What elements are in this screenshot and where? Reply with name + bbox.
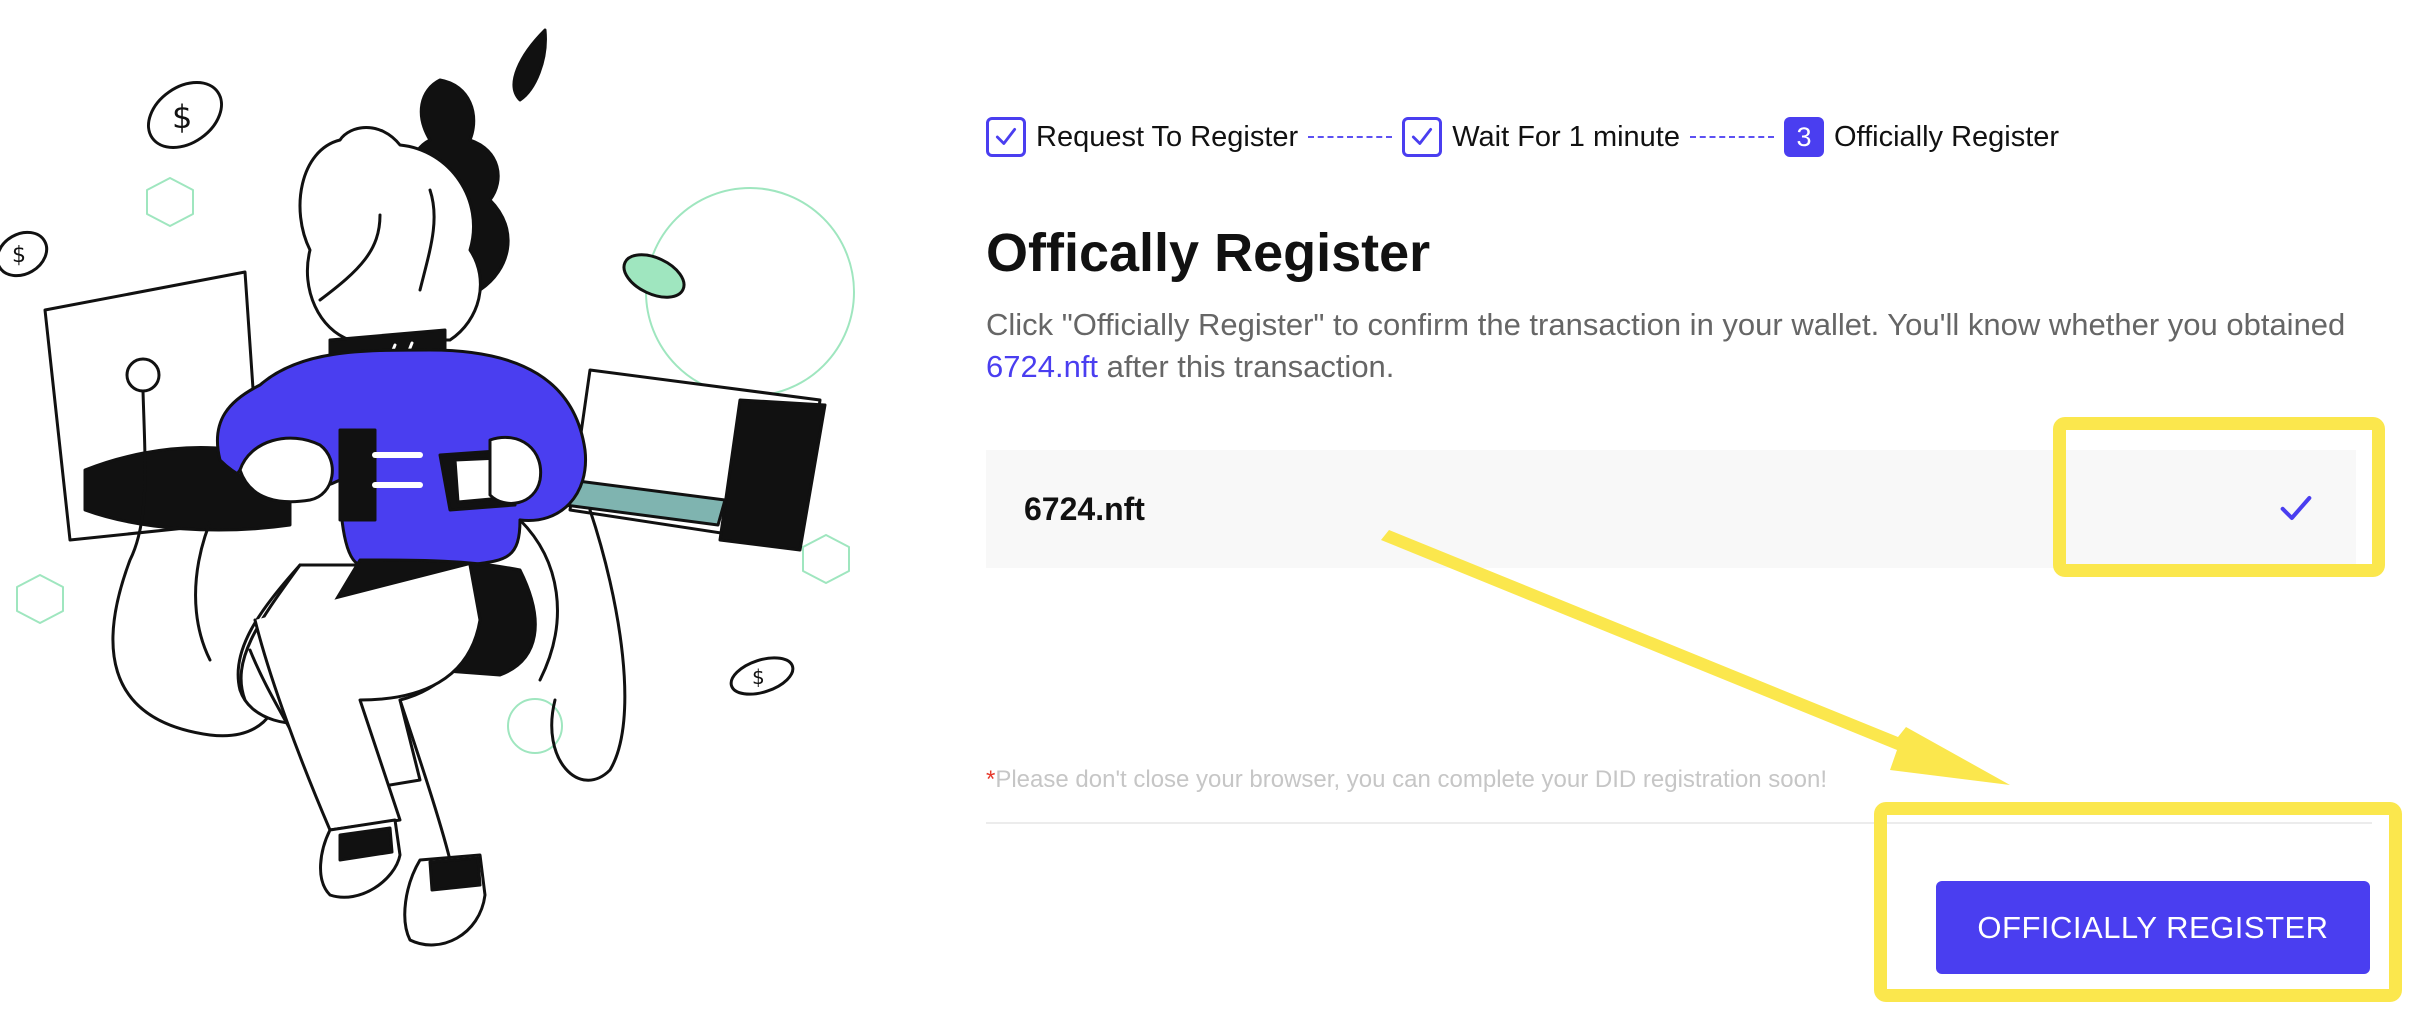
step-label: Request To Register — [1036, 120, 1299, 153]
registration-steps: Request To Register Wait For 1 minute 3 … — [986, 112, 2059, 162]
step-done-checkbox — [986, 117, 1026, 157]
character-with-plug-illustration: $ $ $ — [0, 28, 855, 947]
page-description: Click "Officially Register" to confirm t… — [986, 304, 2356, 388]
domain-highlight: 6724.nft — [986, 349, 1099, 384]
step-done-checkbox — [1402, 117, 1443, 157]
svg-text:$: $ — [172, 98, 192, 136]
required-star: * — [986, 766, 996, 793]
arrow-annotation-icon — [1381, 530, 2010, 785]
step-label: Officially Register — [1834, 120, 2060, 153]
checkmark-icon — [1412, 128, 1433, 145]
step-connector — [1308, 136, 1393, 138]
checkmark-icon — [995, 128, 1017, 145]
step-request-to-register: Request To Register — [986, 117, 1298, 157]
description-text: Click "Officially Register" to confirm t… — [986, 307, 2346, 342]
highlight-annotation-box — [2053, 417, 2385, 577]
step-label: Wait For 1 minute — [1452, 120, 1680, 153]
page-title: Offically Register — [986, 223, 1431, 283]
svg-text:$: $ — [752, 665, 765, 689]
step-number-badge: 3 — [1784, 117, 1824, 157]
step-connector — [1690, 136, 1774, 138]
description-text: after this transaction. — [1098, 349, 1395, 384]
selected-name: 6724.nft — [1024, 491, 1145, 527]
step-wait: Wait For 1 minute — [1402, 117, 1680, 157]
svg-text:$: $ — [12, 243, 26, 268]
highlight-annotation-box — [1874, 802, 2402, 1002]
step-officially-register: 3 Officially Register — [1784, 117, 2059, 157]
